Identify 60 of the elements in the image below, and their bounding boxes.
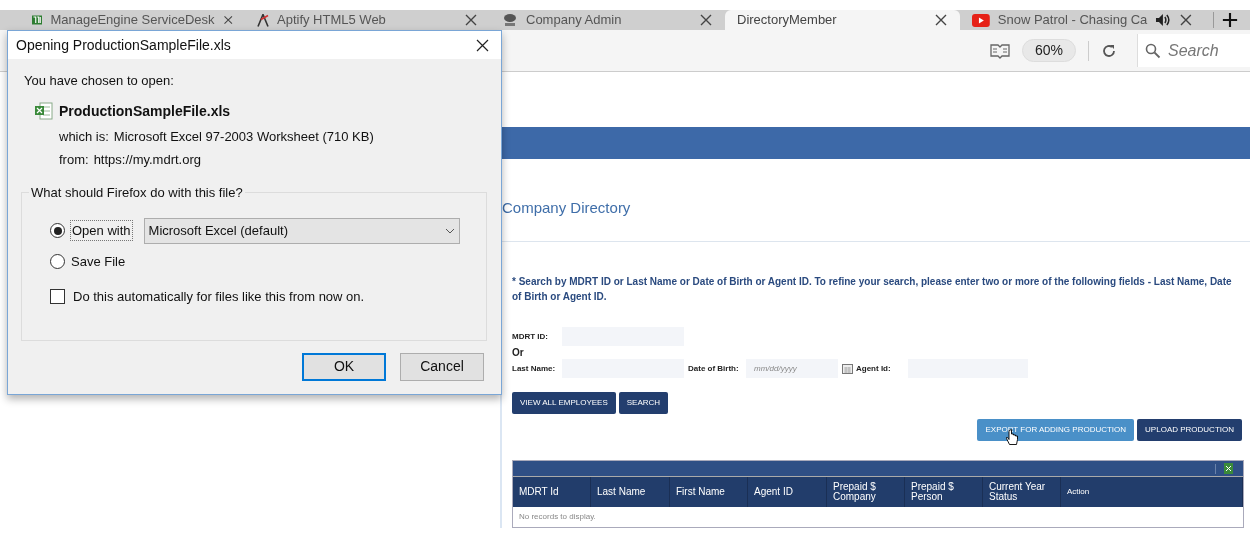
intro-text: You have chosen to open: bbox=[24, 72, 175, 90]
zoom-level-badge[interactable]: 60% bbox=[1021, 39, 1076, 62]
option-label[interactable]: Open with bbox=[71, 220, 132, 241]
checkbox[interactable] bbox=[50, 289, 65, 304]
column-header[interactable]: Agent ID bbox=[748, 477, 827, 507]
field-label: MDRT ID: bbox=[512, 330, 549, 343]
close-icon[interactable] bbox=[1179, 13, 1193, 27]
reader-view-icon[interactable] bbox=[989, 42, 1010, 59]
ok-button[interactable]: OK bbox=[302, 352, 386, 381]
option-label[interactable]: Save File bbox=[71, 251, 126, 272]
browser-tab[interactable]: ManageEngine ServiceDesk bbox=[20, 10, 245, 30]
browser-tab[interactable]: Aptify HTML5 Web bbox=[245, 10, 490, 30]
field-label: Date of Birth: bbox=[688, 362, 740, 375]
close-icon[interactable] bbox=[476, 38, 489, 52]
date-of-birth-field[interactable]: mm/dd/yyyy bbox=[746, 359, 838, 378]
view-all-employees-button[interactable]: VIEW ALL EMPLOYEES bbox=[512, 392, 616, 414]
browser-tab[interactable]: DirectoryMember bbox=[725, 10, 960, 30]
close-icon[interactable] bbox=[699, 13, 713, 27]
instructions-text: * Search by MDRT ID or Last Name or Date of Birth or Agent ID. To refine your search, please enter two or more of the following fields - Last Name, Date of Birth or Agent ID. bbox=[512, 275, 1233, 304]
field-label: Last Name: bbox=[512, 362, 557, 375]
column-header[interactable]: MDRT Id bbox=[513, 477, 591, 507]
browser-tab[interactable]: Snow Patrol - Chasing Ca bbox=[960, 10, 1205, 30]
column-header[interactable]: First Name bbox=[670, 477, 748, 507]
from-label: from: bbox=[59, 151, 89, 169]
close-icon[interactable] bbox=[464, 13, 478, 27]
reload-icon[interactable] bbox=[1101, 42, 1117, 59]
or-text: Or bbox=[512, 346, 524, 359]
radio-button[interactable] bbox=[50, 254, 65, 269]
type-value: Microsoft Excel 97-2003 Worksheet (710 KB) bbox=[113, 127, 374, 146]
speaker-icon[interactable] bbox=[1155, 13, 1172, 27]
column-header[interactable]: Action bbox=[1061, 477, 1243, 507]
column-header[interactable]: Prepaid $ Person bbox=[905, 477, 983, 507]
close-icon[interactable] bbox=[934, 13, 948, 27]
browser-tab[interactable]: Company Admin bbox=[490, 10, 725, 30]
type-label: which is: bbox=[59, 127, 109, 146]
field-label: Agent Id: bbox=[856, 362, 892, 375]
calendar-icon[interactable] bbox=[842, 363, 853, 374]
spreadsheet-icon[interactable] bbox=[1224, 463, 1233, 474]
grid-logo-icon bbox=[32, 14, 43, 26]
spreadsheet-file-icon bbox=[34, 102, 53, 120]
new-tab-icon[interactable] bbox=[1222, 12, 1238, 28]
dialog-title: Opening ProductionSampleFile.xls bbox=[16, 35, 231, 55]
empty-table-message: No records to display. bbox=[518, 511, 597, 523]
a-logo-icon bbox=[257, 13, 269, 27]
application-dropdown[interactable]: Microsoft Excel (default) bbox=[143, 217, 460, 244]
page-heading: Company Directory bbox=[502, 199, 631, 217]
search-field[interactable]: Search bbox=[1137, 34, 1250, 67]
from-value: https://my.mdrt.org bbox=[93, 151, 202, 169]
upload-button[interactable]: UPLOAD PRODUCTION bbox=[1137, 419, 1242, 441]
radio-button[interactable] bbox=[50, 223, 65, 238]
badge-logo-icon bbox=[502, 13, 518, 27]
chevron-down-icon bbox=[444, 227, 455, 234]
column-header[interactable]: Prepaid $ Company bbox=[827, 477, 905, 507]
file-name: ProductionSampleFile.xls bbox=[59, 101, 231, 121]
play-logo-icon bbox=[972, 13, 990, 27]
column-header[interactable]: Current Year Status bbox=[983, 477, 1061, 507]
cancel-button[interactable]: Cancel bbox=[400, 352, 484, 381]
checkbox-label[interactable]: Do this automatically for files like this from now on. bbox=[73, 286, 365, 307]
search-button[interactable]: SEARCH bbox=[618, 392, 669, 414]
column-header[interactable]: Last Name bbox=[591, 477, 670, 507]
